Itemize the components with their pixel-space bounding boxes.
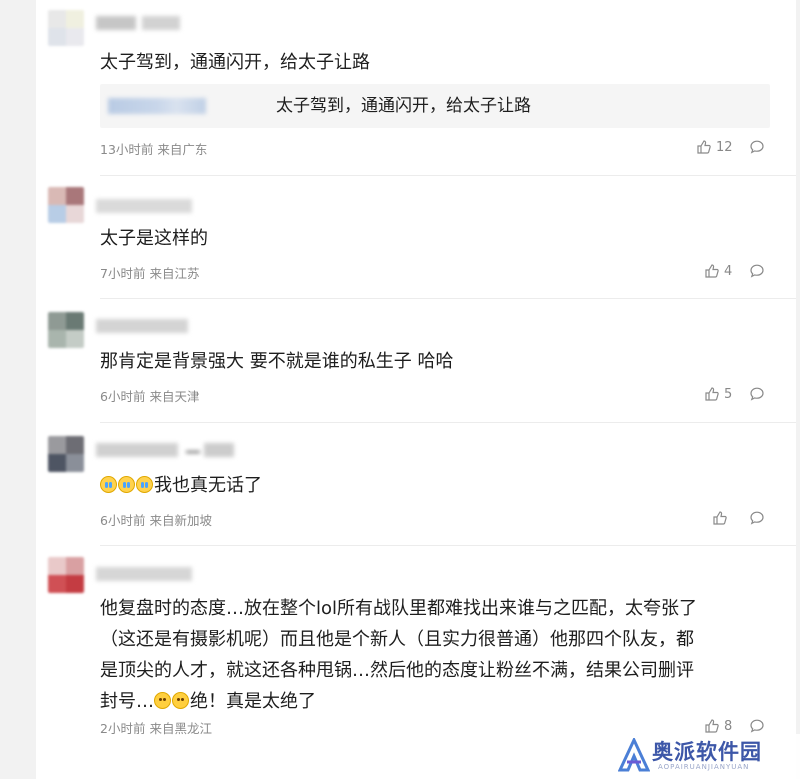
comment-location: 来自广东 [157, 142, 208, 157]
comment-time: 6小时前 [100, 513, 146, 528]
comment-bubble-icon [750, 264, 764, 278]
like-button[interactable]: 5 [704, 386, 732, 402]
quoted-text: 太子驾到，通通闪开，给太子让路 [276, 96, 531, 116]
grinning-emoji-icon [154, 692, 171, 709]
comment-meta: 2小时前 来自黑龙江 [100, 718, 212, 737]
comment-text: 那肯定是背景强大 要不就是谁的私生子 哈哈 [100, 351, 454, 372]
avatar[interactable] [48, 436, 84, 472]
reply-button[interactable] [749, 510, 765, 526]
comment-location: 来自黑龙江 [149, 721, 212, 736]
watermark-subtext: AOPAIRUANJIANYUAN [658, 763, 750, 771]
comment-bubble-icon [750, 511, 764, 525]
username[interactable] [96, 12, 186, 34]
quoted-username [108, 98, 206, 114]
avatar[interactable] [48, 557, 84, 593]
comment-text-line: 封号… 绝！真是太绝了 [100, 691, 316, 712]
like-count: 5 [724, 386, 733, 402]
comment-time: 13小时前 [100, 142, 154, 157]
thumbs-up-icon [705, 264, 719, 278]
crying-emoji-icon [136, 476, 153, 493]
watermark-text: 奥派软件园 [652, 740, 762, 764]
like-button[interactable] [712, 510, 732, 526]
like-button[interactable]: 4 [704, 263, 732, 279]
comment-text: 我也真无话了 [100, 470, 766, 501]
comment-item: 那肯定是背景强大 要不就是谁的私生子 哈哈 6小时前 来自天津 5 [36, 298, 796, 423]
comment-meta: 7小时前 来自江苏 [100, 263, 199, 282]
comment-location: 来自江苏 [149, 266, 200, 281]
reply-button[interactable] [749, 718, 765, 734]
comment-meta: 6小时前 来自天津 [100, 386, 199, 405]
comment-time: 7小时前 [100, 266, 146, 281]
username[interactable] [96, 195, 196, 217]
username[interactable] [96, 315, 196, 337]
reply-button[interactable] [749, 263, 765, 279]
grinning-emoji-icon [172, 692, 189, 709]
thumbs-up-icon [697, 140, 711, 154]
comment-bubble-icon [750, 140, 764, 154]
like-count: 12 [716, 139, 733, 155]
site-watermark: 奥派软件园 AOPAIRUANJIANYUAN [612, 734, 800, 779]
comment-text-line: 他复盘时的态度…放在整个lol所有战队里都难找出来谁与之匹配，太夸张了 [100, 598, 698, 619]
comment-item: 我也真无话了 6小时前 来自新加坡 [36, 422, 796, 546]
comment-meta: 6小时前 来自新加坡 [100, 510, 212, 529]
comment-text-body: 我也真无话了 [154, 475, 262, 496]
avatar[interactable] [48, 312, 84, 348]
avatar[interactable] [48, 10, 84, 46]
comment-text: 太子驾到，通通闪开，给太子让路 [100, 52, 370, 73]
comment-text: 他复盘时的态度…放在整个lol所有战队里都难找出来谁与之匹配，太夸张了 （这还是… [100, 593, 766, 717]
reply-button[interactable] [749, 139, 765, 155]
comment-location: 来自新加坡 [149, 513, 212, 528]
comment-meta: 13小时前 来自广东 [100, 139, 207, 158]
comment-bubble-icon [750, 719, 764, 733]
thumbs-up-icon [705, 387, 719, 401]
username[interactable] [96, 563, 196, 585]
comment-text: 太子是这样的 [100, 228, 208, 249]
like-button[interactable]: 8 [704, 718, 732, 734]
comment-time: 6小时前 [100, 389, 146, 404]
username[interactable] [96, 439, 241, 461]
comment-bubble-icon [750, 387, 764, 401]
thumbs-up-icon [713, 511, 727, 525]
comment-location: 来自天津 [149, 389, 200, 404]
comment-text-line: 是顶尖的人才，就这还各种甩锅…然后他的态度让粉丝不满，结果公司删评 [100, 660, 694, 681]
like-count: 4 [724, 263, 733, 279]
comment-time: 2小时前 [100, 721, 146, 736]
avatar[interactable] [48, 187, 84, 223]
comment-item: 太子驾到，通通闪开，给太子让路 太子驾到，通通闪开，给太子让路 13小时前 来自广… [36, 0, 796, 176]
thumbs-up-icon [705, 719, 719, 733]
quoted-reply[interactable]: 太子驾到，通通闪开，给太子让路 [100, 84, 770, 128]
comment-text-line: （这还是有摄影机呢）而且他是个新人（且实力很普通）他那四个队友，都 [100, 629, 694, 650]
comment-list: 太子驾到，通通闪开，给太子让路 太子驾到，通通闪开，给太子让路 13小时前 来自广… [36, 0, 796, 779]
comment-item: 太子是这样的 7小时前 来自江苏 4 [36, 175, 796, 299]
crying-emoji-icon [118, 476, 135, 493]
like-count: 8 [724, 718, 733, 734]
like-button[interactable]: 12 [696, 139, 733, 155]
reply-button[interactable] [749, 386, 765, 402]
crying-emoji-icon [100, 476, 117, 493]
aopai-logo-icon [618, 738, 650, 772]
